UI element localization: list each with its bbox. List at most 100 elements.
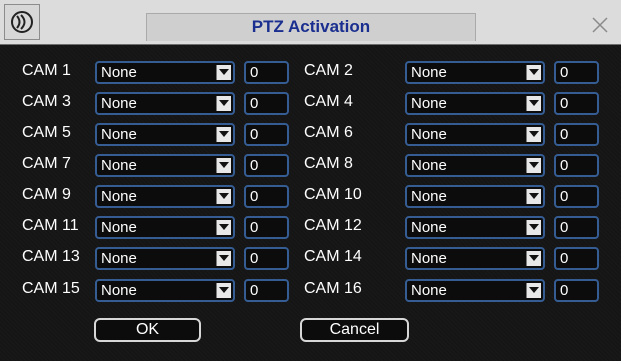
select-value: None <box>411 95 447 112</box>
cam-label: CAM 3 <box>22 93 71 110</box>
preset-select[interactable]: None <box>95 185 235 208</box>
number-field[interactable]: 0 <box>244 154 289 177</box>
preset-select[interactable]: None <box>405 92 545 115</box>
number-value: 0 <box>250 219 259 236</box>
select-value: None <box>411 282 447 299</box>
cam-label: CAM 8 <box>304 155 353 172</box>
cam-label: CAM 5 <box>22 124 71 141</box>
number-field[interactable]: 0 <box>244 279 289 302</box>
dialog-title: PTZ Activation <box>251 17 371 36</box>
preset-select[interactable]: None <box>95 61 235 84</box>
number-field[interactable]: 0 <box>554 216 599 239</box>
number-field[interactable]: 0 <box>244 92 289 115</box>
select-value: None <box>101 250 137 267</box>
cam-label: CAM 15 <box>22 280 80 297</box>
select-value: None <box>411 157 447 174</box>
select-value: None <box>411 219 447 236</box>
cancel-button[interactable]: Cancel <box>300 318 409 342</box>
logo-icon <box>4 4 40 40</box>
select-value: None <box>101 126 137 143</box>
chevron-down-icon[interactable] <box>526 96 541 111</box>
number-value: 0 <box>250 157 259 174</box>
select-value: None <box>101 95 137 112</box>
preset-select[interactable]: None <box>95 92 235 115</box>
cam-label: CAM 16 <box>304 280 362 297</box>
select-value: None <box>411 250 447 267</box>
number-value: 0 <box>560 282 569 299</box>
chevron-down-icon[interactable] <box>216 189 231 204</box>
preset-select[interactable]: None <box>95 247 235 270</box>
number-field[interactable]: 0 <box>554 247 599 270</box>
cam-label: CAM 6 <box>304 124 353 141</box>
number-field[interactable]: 0 <box>244 61 289 84</box>
chevron-down-icon[interactable] <box>216 220 231 235</box>
ok-button[interactable]: OK <box>94 318 201 342</box>
number-field[interactable]: 0 <box>244 185 289 208</box>
chevron-down-icon[interactable] <box>216 96 231 111</box>
cam-label: CAM 1 <box>22 62 71 79</box>
preset-select[interactable]: None <box>405 185 545 208</box>
chevron-down-icon[interactable] <box>526 251 541 266</box>
number-value: 0 <box>560 64 569 81</box>
preset-select[interactable]: None <box>405 123 545 146</box>
cam-label: CAM 9 <box>22 186 71 203</box>
number-value: 0 <box>250 126 259 143</box>
number-value: 0 <box>250 95 259 112</box>
chevron-down-icon[interactable] <box>526 127 541 142</box>
preset-select[interactable]: None <box>405 279 545 302</box>
chevron-down-icon[interactable] <box>216 65 231 80</box>
preset-select[interactable]: None <box>405 247 545 270</box>
chevron-down-icon[interactable] <box>526 283 541 298</box>
close-icon[interactable] <box>589 14 611 36</box>
number-field[interactable]: 0 <box>244 123 289 146</box>
chevron-down-icon[interactable] <box>216 127 231 142</box>
number-value: 0 <box>250 64 259 81</box>
chevron-down-icon[interactable] <box>216 283 231 298</box>
preset-select[interactable]: None <box>95 154 235 177</box>
cam-label: CAM 12 <box>304 217 362 234</box>
preset-select[interactable]: None <box>405 216 545 239</box>
cam-label: CAM 13 <box>22 248 80 265</box>
chevron-down-icon[interactable] <box>526 189 541 204</box>
number-value: 0 <box>250 282 259 299</box>
preset-select[interactable]: None <box>405 154 545 177</box>
preset-select[interactable]: None <box>95 279 235 302</box>
number-value: 0 <box>560 95 569 112</box>
select-value: None <box>411 126 447 143</box>
chevron-down-icon[interactable] <box>216 251 231 266</box>
cam-label: CAM 7 <box>22 155 71 172</box>
chevron-down-icon[interactable] <box>216 158 231 173</box>
cam-label: CAM 2 <box>304 62 353 79</box>
chevron-down-icon[interactable] <box>526 158 541 173</box>
number-value: 0 <box>560 157 569 174</box>
chevron-down-icon[interactable] <box>526 220 541 235</box>
number-field[interactable]: 0 <box>554 279 599 302</box>
number-value: 0 <box>560 126 569 143</box>
select-value: None <box>101 188 137 205</box>
title-bar: PTZ Activation <box>0 0 621 45</box>
cam-label: CAM 11 <box>22 217 79 234</box>
select-value: None <box>411 188 447 205</box>
chevron-down-icon[interactable] <box>526 65 541 80</box>
number-field[interactable]: 0 <box>554 185 599 208</box>
number-field[interactable]: 0 <box>244 247 289 270</box>
cam-label: CAM 4 <box>304 93 353 110</box>
select-value: None <box>101 282 137 299</box>
ptz-activation-dialog: PTZ Activation CAM 1 None 0 CAM 2 None 0… <box>0 0 621 361</box>
number-value: 0 <box>250 188 259 205</box>
cam-label: CAM 14 <box>304 248 362 265</box>
number-field[interactable]: 0 <box>554 154 599 177</box>
number-field[interactable]: 0 <box>244 216 289 239</box>
preset-select[interactable]: None <box>405 61 545 84</box>
number-value: 0 <box>560 188 569 205</box>
select-value: None <box>101 64 137 81</box>
number-field[interactable]: 0 <box>554 92 599 115</box>
number-value: 0 <box>560 219 569 236</box>
number-field[interactable]: 0 <box>554 61 599 84</box>
preset-select[interactable]: None <box>95 123 235 146</box>
number-value: 0 <box>560 250 569 267</box>
number-value: 0 <box>250 250 259 267</box>
preset-select[interactable]: None <box>95 216 235 239</box>
number-field[interactable]: 0 <box>554 123 599 146</box>
select-value: None <box>411 64 447 81</box>
